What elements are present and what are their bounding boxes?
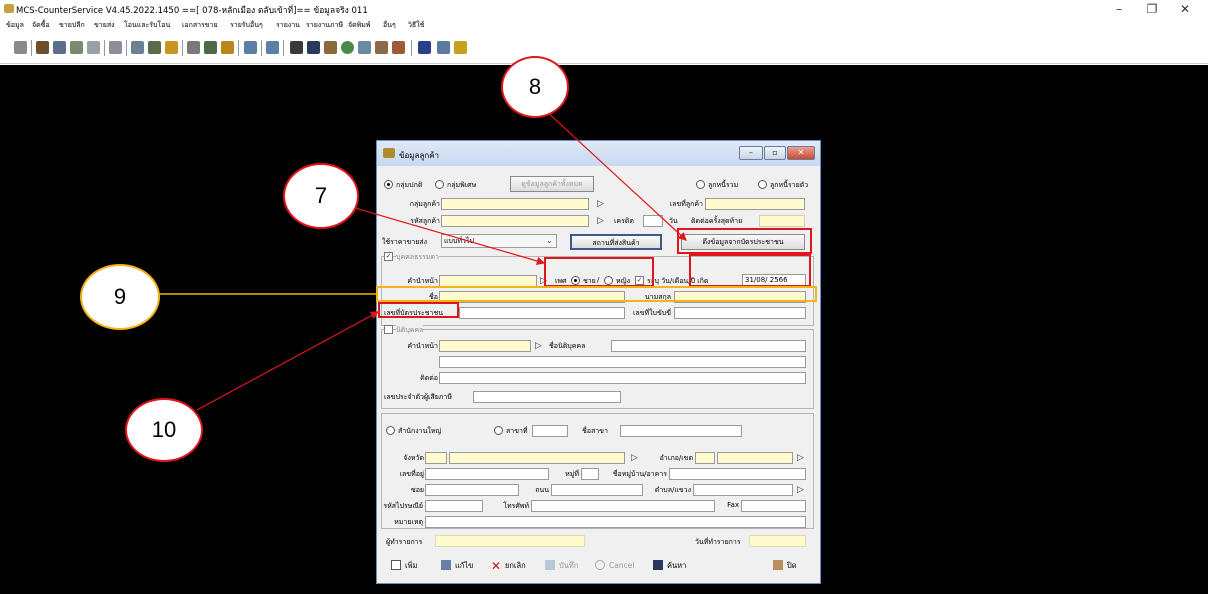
- annotation-7: 7: [283, 163, 359, 229]
- arrow-7: [354, 207, 546, 266]
- annotation-10: 10: [125, 398, 203, 462]
- annotation-arrows: [158, 109, 687, 411]
- arrow-10: [196, 311, 380, 411]
- arrow-8: [544, 109, 687, 241]
- annotation-9: 9: [80, 264, 160, 330]
- annotation-8: 8: [501, 56, 569, 118]
